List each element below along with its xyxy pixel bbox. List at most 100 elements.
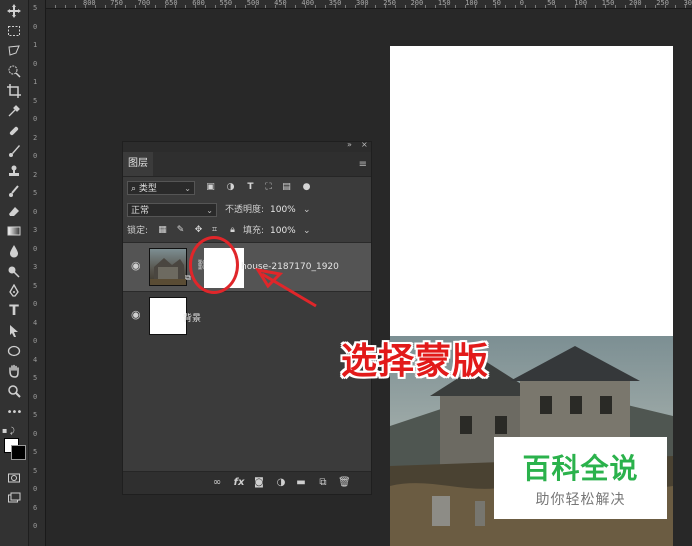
ruler-tick-label: 800 — [83, 0, 96, 7]
filter-kind-value: 类型 — [138, 184, 157, 194]
panel-menu-icon[interactable]: ≡ — [359, 159, 367, 170]
layer-row-house[interactable]: ◉ ⧉ ⛓︎ house-2187170_1920 — [123, 242, 371, 291]
blend-mode-dropdown[interactable]: 正常 ⌄ — [127, 203, 217, 217]
lock-transparent-icon[interactable]: ▦ — [157, 225, 168, 236]
screen-mode-icon[interactable] — [4, 489, 24, 507]
filter-pixel-icon[interactable]: ▣ — [205, 182, 216, 193]
ruler-tick-label: 250 — [656, 0, 669, 7]
ruler-tick-label: 0 — [33, 429, 38, 438]
ruler-tick-label: 600 — [192, 0, 205, 7]
fx-icon[interactable]: fx — [233, 477, 245, 489]
brush-tool-icon[interactable] — [4, 142, 24, 160]
ruler-tick-label: 0 — [33, 300, 38, 308]
dodge-tool-icon[interactable] — [4, 262, 24, 280]
ruler-tick-label: 100 — [574, 0, 588, 7]
ruler-tick-label: 250 — [383, 0, 396, 7]
quick-mask-icon[interactable] — [4, 469, 24, 487]
adjustment-icon[interactable]: ◑ — [275, 477, 287, 489]
ruler-tick-label: 150 — [437, 0, 451, 7]
annotation-text: 选择蒙版 — [341, 341, 490, 382]
more-tools-icon[interactable]: ••• — [4, 404, 24, 422]
fill-value[interactable]: 100% — [270, 224, 296, 238]
chevron-down-icon: ⌄ — [206, 206, 213, 215]
healing-brush-tool-icon[interactable] — [4, 122, 24, 140]
ruler-tick-label: 550 — [219, 0, 233, 7]
ruler-tick-label: 50 — [492, 0, 501, 7]
ruler-tick-label: 5 — [33, 189, 38, 197]
clone-stamp-tool-icon[interactable] — [4, 162, 24, 180]
close-panel-icon[interactable]: × — [361, 140, 368, 149]
gradient-tool-icon[interactable] — [4, 222, 24, 240]
crop-tool-icon[interactable] — [4, 82, 24, 100]
filter-type-icon[interactable]: T — [245, 182, 256, 193]
canvas-white-area[interactable] — [390, 46, 673, 336]
tab-layers[interactable]: 图层 — [123, 152, 153, 176]
path-select-tool-icon[interactable] — [4, 322, 24, 340]
ruler-tick-label: 0 — [519, 0, 525, 7]
filter-smart-object-icon[interactable]: ▤ — [281, 182, 292, 193]
ruler-tick-label: 50 — [547, 0, 556, 7]
background-color-swatch[interactable] — [11, 445, 26, 460]
ruler-tick-label: 3 — [33, 263, 38, 271]
layers-panel: » × 图层 ≡ ⌕ 类型 ⌄ ▣ ◑ T ⛶ ▤ ● 正常 ⌄ 不透明度: 1… — [122, 140, 372, 495]
lock-label: 锁定: — [127, 226, 149, 236]
ruler-tick-label: 5 — [33, 281, 38, 290]
watermark-box: 百科全说 助你轻松解决 — [494, 437, 667, 519]
visibility-eye-icon[interactable]: ◉ — [131, 260, 143, 271]
fill-chevron-icon[interactable]: ⌄ — [303, 224, 311, 238]
visibility-eye-icon[interactable]: ◉ — [131, 309, 143, 320]
ruler-tick-label: 400 — [301, 0, 315, 7]
lasso-tool-icon[interactable] — [4, 42, 24, 60]
pen-tool-icon[interactable] — [4, 282, 24, 300]
layer-thumbnail-house[interactable] — [149, 248, 187, 286]
filter-shape-icon[interactable]: ⛶ — [263, 182, 274, 193]
link-icon[interactable]: ∞ — [211, 477, 223, 489]
opacity-chevron-icon[interactable]: ⌄ — [303, 203, 311, 217]
ruler-tick-label: 0 — [33, 207, 38, 216]
quick-select-tool-icon[interactable] — [4, 62, 24, 80]
ellipse-shape-tool-icon[interactable] — [4, 342, 24, 360]
lock-pixels-icon[interactable]: ✎ — [175, 225, 186, 236]
ruler-tick-label: 5 — [33, 448, 38, 456]
ruler-tick-label: 750 — [110, 0, 123, 7]
blur-tool-icon[interactable] — [4, 242, 24, 260]
filter-kind-dropdown[interactable]: ⌕ 类型 ⌄ — [127, 181, 195, 195]
ruler-tick-label: 2 — [33, 133, 38, 142]
new-layer-icon[interactable]: ⧉ — [317, 477, 329, 489]
lock-artboard-icon[interactable]: ⌗ — [209, 225, 220, 236]
ruler-tick-label: 5 — [33, 374, 38, 382]
ruler-tick-label: 5 — [33, 466, 38, 475]
panel-title-bar[interactable]: » × — [123, 140, 371, 152]
lock-position-icon[interactable]: ✥ — [193, 225, 204, 236]
watermark-subtitle: 助你轻松解决 — [535, 492, 626, 508]
opacity-value[interactable]: 100% — [270, 203, 296, 217]
collapse-icon[interactable]: » — [347, 140, 352, 149]
filter-adjustment-icon[interactable]: ◑ — [225, 182, 236, 193]
move-tool-icon[interactable] — [4, 2, 24, 20]
zoom-tool-icon[interactable] — [4, 382, 24, 400]
trash-icon[interactable]: 🗑︎ — [338, 477, 351, 489]
layer-filter-row: ⌕ 类型 ⌄ ▣ ◑ T ⛶ ▤ ● — [123, 177, 371, 199]
hand-tool-icon[interactable] — [4, 362, 24, 380]
ruler-tick-label: 150 — [601, 0, 615, 7]
history-brush-tool-icon[interactable] — [4, 182, 24, 200]
eraser-tool-icon[interactable] — [4, 202, 24, 220]
ruler-tick-label: 500 — [246, 0, 260, 7]
layer-thumbnail-background[interactable] — [149, 297, 187, 335]
layer-name-background[interactable]: 背景 — [183, 311, 201, 324]
mask-icon[interactable]: ◙ — [253, 477, 265, 489]
layer-row-background[interactable]: ◉ 背景 — [123, 291, 371, 340]
ruler-tick-label: 2 — [33, 170, 38, 179]
ruler-tick-label: 6 — [33, 503, 38, 512]
eyedropper-tool-icon[interactable] — [4, 102, 24, 120]
chevron-down-icon: ⌄ — [184, 184, 191, 193]
ruler-tick-label: 0 — [33, 22, 38, 31]
group-icon[interactable]: ▬ — [295, 477, 307, 489]
lock-all-icon[interactable]: 🔒︎ — [227, 225, 238, 236]
filter-toggle-icon[interactable]: ● — [301, 182, 312, 193]
opacity-label: 不透明度: — [225, 205, 265, 215]
marquee-tool-icon[interactable] — [4, 22, 24, 40]
panel-tab-row: 图层 ≡ — [123, 152, 371, 177]
blend-mode-value: 正常 — [131, 206, 150, 216]
type-tool-icon[interactable]: T — [4, 302, 24, 320]
